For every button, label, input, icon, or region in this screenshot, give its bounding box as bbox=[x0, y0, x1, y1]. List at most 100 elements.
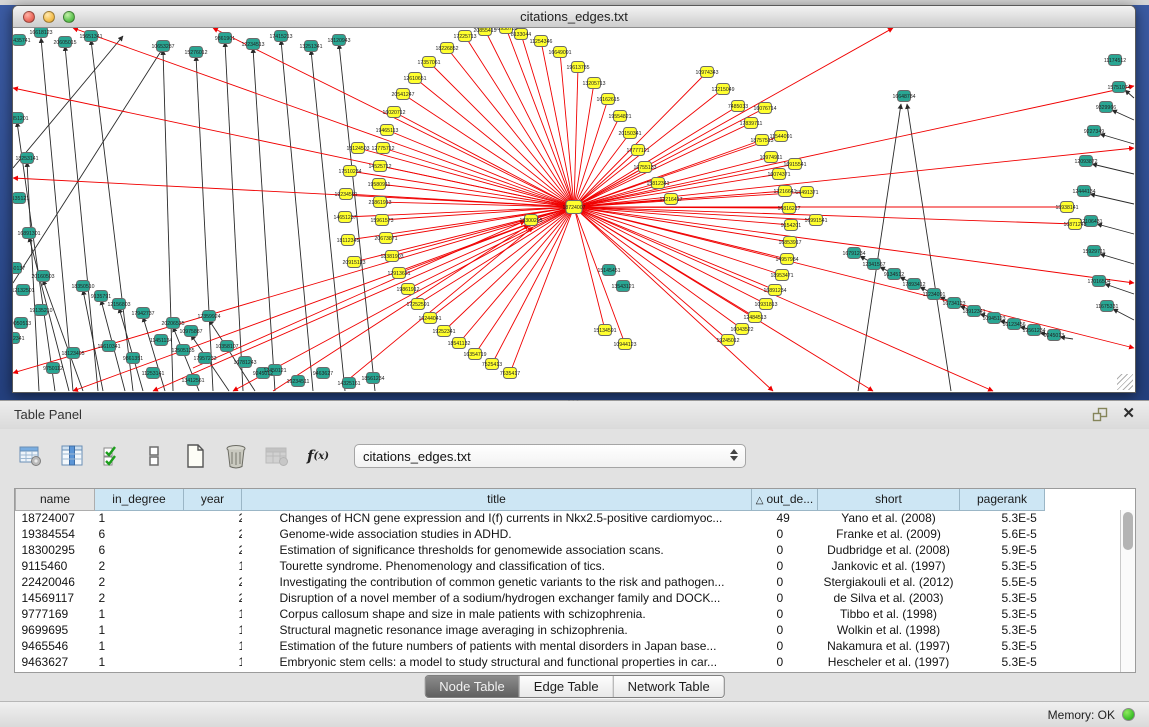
table-settings-button[interactable] bbox=[18, 442, 44, 470]
table-cell[interactable]: 1998 bbox=[184, 622, 242, 638]
table-cell[interactable]: 9699695 bbox=[16, 622, 95, 638]
close-panel-icon[interactable]: ✕ bbox=[1122, 405, 1135, 423]
table-cell[interactable]: Franke et al. (2009) bbox=[818, 526, 960, 542]
column-header-name[interactable]: name bbox=[16, 489, 95, 510]
table-row[interactable]: 2242004622012Investigating the contribut… bbox=[16, 574, 1124, 590]
column-header-title[interactable]: title bbox=[242, 489, 752, 510]
table-cell[interactable]: 2003 bbox=[184, 590, 242, 606]
table-cell[interactable]: 9115460 bbox=[16, 558, 95, 574]
table-cell[interactable]: 5.9E-5 bbox=[960, 542, 1045, 558]
column-header-out-de-[interactable]: △out_de... bbox=[752, 489, 818, 510]
table-vertical-scrollbar[interactable] bbox=[1120, 510, 1135, 672]
tab-network-table[interactable]: Network Table bbox=[613, 676, 724, 697]
table-cell[interactable]: 6 bbox=[95, 526, 184, 542]
table-cell[interactable]: 9465546 bbox=[16, 638, 95, 654]
table-cell[interactable]: 6 bbox=[95, 542, 184, 558]
table-cell[interactable]: Changes of HCN gene expression and I(f) … bbox=[242, 510, 752, 526]
table-cell[interactable]: 49 bbox=[752, 510, 818, 526]
table-cell[interactable]: 0 bbox=[752, 526, 818, 542]
table-cell[interactable]: 0 bbox=[752, 558, 818, 574]
table-cell[interactable]: Stergiakouli et al. (2012) bbox=[818, 574, 960, 590]
tab-edge-table[interactable]: Edge Table bbox=[519, 676, 613, 697]
table-cell[interactable]: 5.3E-5 bbox=[960, 558, 1045, 574]
table-cell[interactable]: Disruption of a novel member of a sodium… bbox=[242, 590, 752, 606]
table-cell[interactable]: 0 bbox=[752, 574, 818, 590]
table-cell[interactable]: 2012 bbox=[184, 574, 242, 590]
table-cell[interactable]: 5.3E-5 bbox=[960, 622, 1045, 638]
table-cell[interactable]: 0 bbox=[752, 622, 818, 638]
table-row[interactable]: 969969511998Structural magnetic resonanc… bbox=[16, 622, 1124, 638]
table-cell[interactable]: 0 bbox=[752, 542, 818, 558]
table-cell[interactable]: 9463627 bbox=[16, 654, 95, 670]
table-cell[interactable]: Embryonic stem cells: a model to study s… bbox=[242, 654, 752, 670]
table-row[interactable]: 1872400712008Changes of HCN gene express… bbox=[16, 510, 1124, 526]
table-cell[interactable]: 5.3E-5 bbox=[960, 606, 1045, 622]
table-cell[interactable]: 5.5E-5 bbox=[960, 574, 1045, 590]
table-cell[interactable]: Genome-wide association studies in ADHD. bbox=[242, 526, 752, 542]
table-cell[interactable]: 1997 bbox=[184, 558, 242, 574]
table-cell[interactable]: Yano et al. (2008) bbox=[818, 510, 960, 526]
float-panel-icon[interactable] bbox=[1092, 407, 1108, 422]
row-height-button[interactable] bbox=[141, 442, 167, 470]
table-cell[interactable]: Hescheler et al. (1997) bbox=[818, 654, 960, 670]
table-cell[interactable]: 0 bbox=[752, 590, 818, 606]
column-header-year[interactable]: year bbox=[184, 489, 242, 510]
network-view-window[interactable]: citations_edges.txt 1872400718 bbox=[12, 5, 1136, 393]
table-cell[interactable]: 22420046 bbox=[16, 574, 95, 590]
column-header-pagerank[interactable]: pagerank bbox=[960, 489, 1045, 510]
table-cell[interactable]: 1 bbox=[95, 606, 184, 622]
column-header-in-degree[interactable]: in_degree bbox=[95, 489, 184, 510]
function-builder-button[interactable]: f(x) bbox=[305, 442, 331, 470]
delete-button[interactable] bbox=[223, 442, 249, 470]
table-cell[interactable]: 1997 bbox=[184, 638, 242, 654]
table-cell[interactable]: Dudbridge et al. (2008) bbox=[818, 542, 960, 558]
table-cell[interactable]: de Silva et al. (2003) bbox=[818, 590, 960, 606]
table-cell[interactable]: 9777169 bbox=[16, 606, 95, 622]
table-cell[interactable]: Investigating the contribution of common… bbox=[242, 574, 752, 590]
zoom-window-icon[interactable] bbox=[63, 11, 75, 23]
table-cell[interactable]: 18300295 bbox=[16, 542, 95, 558]
table-cell[interactable]: 2 bbox=[95, 574, 184, 590]
table-cell[interactable]: 1 bbox=[95, 510, 184, 526]
table-cell[interactable]: 1 bbox=[95, 638, 184, 654]
table-cell[interactable]: Nakamura et al. (1997) bbox=[818, 638, 960, 654]
table-cell[interactable]: 1 bbox=[95, 622, 184, 638]
table-cell[interactable]: 2008 bbox=[184, 510, 242, 526]
table-cell[interactable]: 2 bbox=[95, 558, 184, 574]
table-cell[interactable]: 0 bbox=[752, 638, 818, 654]
table-row[interactable]: 1456911722003Disruption of a novel membe… bbox=[16, 590, 1124, 606]
table-cell[interactable]: 2 bbox=[95, 590, 184, 606]
tab-node-table[interactable]: Node Table bbox=[425, 676, 519, 697]
table-cell[interactable]: Corpus callosum shape and size in male p… bbox=[242, 606, 752, 622]
table-cell[interactable]: Estimation of significance thresholds fo… bbox=[242, 542, 752, 558]
table-cell[interactable]: Wolkin et al. (1998) bbox=[818, 622, 960, 638]
table-cell[interactable]: 0 bbox=[752, 654, 818, 670]
table-row[interactable]: 946554611997Estimation of the future num… bbox=[16, 638, 1124, 654]
table-cell[interactable]: 2008 bbox=[184, 542, 242, 558]
window-titlebar[interactable]: citations_edges.txt bbox=[13, 6, 1135, 28]
network-file-selector[interactable]: citations_edges.txt bbox=[354, 444, 746, 468]
close-window-icon[interactable] bbox=[23, 11, 35, 23]
column-header-short[interactable]: short bbox=[818, 489, 960, 510]
table-cell[interactable]: 1 bbox=[95, 654, 184, 670]
column-select-button[interactable] bbox=[59, 442, 85, 470]
table-cell[interactable]: 19384554 bbox=[16, 526, 95, 542]
table-row[interactable]: 911546021997Tourette syndrome. Phenomeno… bbox=[16, 558, 1124, 574]
table-cell[interactable]: Estimation of the future numbers of pati… bbox=[242, 638, 752, 654]
table-row[interactable]: 946362711997Embryonic stem cells: a mode… bbox=[16, 654, 1124, 670]
new-document-button[interactable] bbox=[182, 442, 208, 470]
table-cell[interactable]: 5.3E-5 bbox=[960, 638, 1045, 654]
table-cell[interactable]: 5.3E-5 bbox=[960, 654, 1045, 670]
select-columns-check-button[interactable] bbox=[100, 442, 126, 470]
table-cell[interactable]: Tibbo et al. (1998) bbox=[818, 606, 960, 622]
table-cell[interactable]: Tourette syndrome. Phenomenology and cla… bbox=[242, 558, 752, 574]
table-cell[interactable]: Structural magnetic resonance image aver… bbox=[242, 622, 752, 638]
minimize-window-icon[interactable] bbox=[43, 11, 55, 23]
table-cell[interactable]: Jankovic et al. (1997) bbox=[818, 558, 960, 574]
table-cell[interactable]: 1997 bbox=[184, 654, 242, 670]
window-resize-grip[interactable] bbox=[1117, 374, 1133, 390]
table-row[interactable]: 977716911998Corpus callosum shape and si… bbox=[16, 606, 1124, 622]
table-cell[interactable]: 18724007 bbox=[16, 510, 95, 526]
network-canvas[interactable]: 1872400718226852173570611261065120541247… bbox=[13, 28, 1135, 392]
table-row[interactable]: 1830029562008Estimation of significance … bbox=[16, 542, 1124, 558]
